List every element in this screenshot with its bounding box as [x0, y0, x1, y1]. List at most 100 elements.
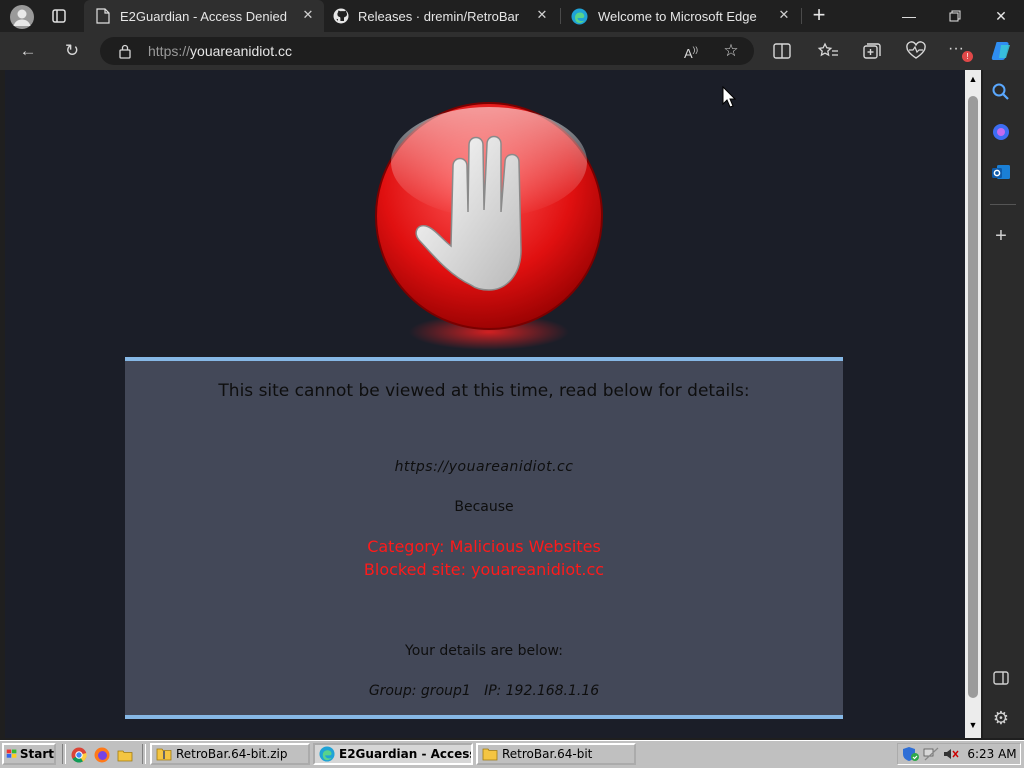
- notification-badge: !: [962, 51, 973, 62]
- blocked-url: https://youareanidiot.cc: [394, 459, 574, 475]
- heart-pulse-icon: [906, 41, 926, 59]
- url-text[interactable]: https://youareanidiot.cc: [148, 43, 292, 59]
- tab-e2guardian[interactable]: E2Guardian - Access Denied ✕: [84, 0, 324, 32]
- close-tab-icon[interactable]: ✕: [534, 7, 550, 23]
- taskbar-button-label: RetroBar.64-bit.zip: [176, 747, 288, 761]
- lock-icon[interactable]: [118, 43, 132, 59]
- tab-title: Welcome to Microsoft Edge: [598, 8, 757, 24]
- chrome-icon: [71, 747, 87, 763]
- minimize-icon: —: [902, 8, 916, 24]
- plus-icon: +: [995, 225, 1007, 247]
- tab-strip: E2Guardian - Access Denied ✕ Releases · …: [0, 0, 1024, 32]
- restore-button[interactable]: [932, 0, 978, 32]
- close-window-button[interactable]: ✕: [978, 0, 1024, 32]
- chrome-quicklaunch-icon[interactable]: [71, 747, 87, 768]
- plus-icon: +: [812, 2, 826, 27]
- new-tab-button[interactable]: +: [806, 4, 832, 28]
- browser-essentials-button[interactable]: [905, 41, 927, 66]
- blocked-site-line: Blocked site: youareanidiot.cc: [363, 560, 605, 579]
- collections-button[interactable]: [861, 41, 883, 66]
- tab-welcome-edge[interactable]: Welcome to Microsoft Edge ✕: [564, 0, 800, 32]
- block-details-panel: This site cannot be viewed at this time,…: [125, 357, 843, 719]
- taskbar-button-e2guardian[interactable]: E2Guardian - Access...: [313, 743, 473, 765]
- security-tray-icon[interactable]: [902, 746, 920, 767]
- clock[interactable]: 6:23 AM: [966, 746, 1018, 763]
- mouse-cursor-icon: [722, 86, 736, 108]
- sidebar-search-button[interactable]: [991, 82, 1011, 107]
- tab-title: E2Guardian - Access Denied: [120, 8, 287, 24]
- url-scheme: https://: [148, 43, 191, 59]
- shield-icon: [903, 747, 919, 761]
- close-tab-icon[interactable]: ✕: [300, 7, 316, 23]
- person-icon: [13, 9, 31, 26]
- stop-hand-icon: [375, 102, 603, 350]
- scroll-up-icon[interactable]: ▲: [966, 72, 980, 86]
- close-tab-icon[interactable]: ✕: [776, 7, 792, 23]
- tab-divider: [560, 8, 561, 24]
- profile-avatar[interactable]: [10, 5, 34, 29]
- zip-folder-icon: [156, 748, 172, 761]
- sidebar-copilot-button[interactable]: [991, 122, 1011, 147]
- taskbar-button-retrobar-folder[interactable]: RetroBar.64-bit: [476, 743, 636, 765]
- folder-icon: [117, 750, 133, 762]
- refresh-icon: ↻: [64, 41, 80, 60]
- copilot-icon: [991, 42, 1010, 60]
- network-disconnected-icon: [923, 747, 939, 761]
- split-screen-icon: [773, 43, 791, 59]
- gear-icon: ⚙: [992, 708, 1010, 728]
- edge-icon: [319, 746, 335, 762]
- folder-icon: [482, 748, 498, 761]
- favorites-icon: [817, 42, 838, 57]
- firefox-icon: [94, 747, 110, 763]
- back-button[interactable]: ←: [14, 37, 42, 65]
- copilot-button[interactable]: [990, 40, 1014, 67]
- volume-tray-icon[interactable]: [942, 746, 960, 767]
- windows-logo-icon: [6, 749, 17, 758]
- sidebar-divider: [990, 204, 1016, 205]
- edge-icon: [571, 8, 588, 25]
- copilot-icon: [993, 124, 1009, 140]
- taskbar-button-retrobar-zip[interactable]: RetroBar.64-bit.zip: [150, 743, 310, 765]
- explorer-quicklaunch-icon[interactable]: [117, 747, 133, 768]
- tab-actions-icon: [52, 9, 66, 23]
- sidebar-hide-button[interactable]: [991, 668, 1011, 693]
- tab-retrobar-releases[interactable]: Releases · dremin/RetroBar ✕: [328, 0, 558, 32]
- tab-divider: [801, 8, 802, 24]
- sidebar-add-button[interactable]: +: [991, 226, 1011, 246]
- collections-icon: [863, 43, 881, 59]
- scrollbar-thumb[interactable]: [968, 96, 978, 698]
- sidebar-outlook-button[interactable]: [991, 162, 1011, 187]
- search-icon: [992, 83, 1009, 100]
- firefox-quicklaunch-icon[interactable]: [94, 747, 110, 768]
- minimize-button[interactable]: —: [886, 0, 932, 32]
- tab-actions-button[interactable]: [46, 4, 72, 28]
- back-arrow-icon: ←: [19, 41, 37, 60]
- split-screen-button[interactable]: [772, 42, 792, 65]
- github-icon: [333, 8, 349, 24]
- read-aloud-button[interactable]: A)): [677, 37, 705, 65]
- network-tray-icon[interactable]: [922, 746, 940, 767]
- start-button[interactable]: Start: [2, 743, 56, 765]
- sidebar-settings-button[interactable]: ⚙: [991, 708, 1011, 728]
- taskbar-button-label: E2Guardian - Access...: [339, 747, 471, 761]
- start-label: Start: [19, 747, 54, 761]
- close-icon: ✕: [995, 8, 1007, 24]
- volume-muted-icon: [944, 749, 959, 759]
- read-aloud-icon: A)): [684, 46, 698, 62]
- scroll-down-icon[interactable]: ▼: [966, 718, 980, 732]
- restore-icon: [949, 10, 961, 22]
- block-category: Category: Malicious Websites: [367, 537, 601, 556]
- favorite-button[interactable]: ☆: [717, 37, 745, 65]
- quick-launch-divider: [142, 744, 146, 764]
- details-heading: Your details are below:: [405, 643, 563, 659]
- outlook-icon: [992, 165, 1010, 179]
- taskbar-button-label: RetroBar.64-bit: [502, 747, 593, 761]
- because-label: Because: [454, 499, 514, 515]
- page-icon: [96, 8, 110, 24]
- refresh-button[interactable]: ↻: [58, 37, 86, 65]
- hide-sidebar-icon: [993, 671, 1009, 685]
- favorites-button[interactable]: [817, 42, 839, 65]
- star-icon: ☆: [723, 41, 739, 60]
- settings-and-more-button[interactable]: ··· !: [948, 40, 976, 64]
- block-heading: This site cannot be viewed at this time,…: [218, 381, 750, 401]
